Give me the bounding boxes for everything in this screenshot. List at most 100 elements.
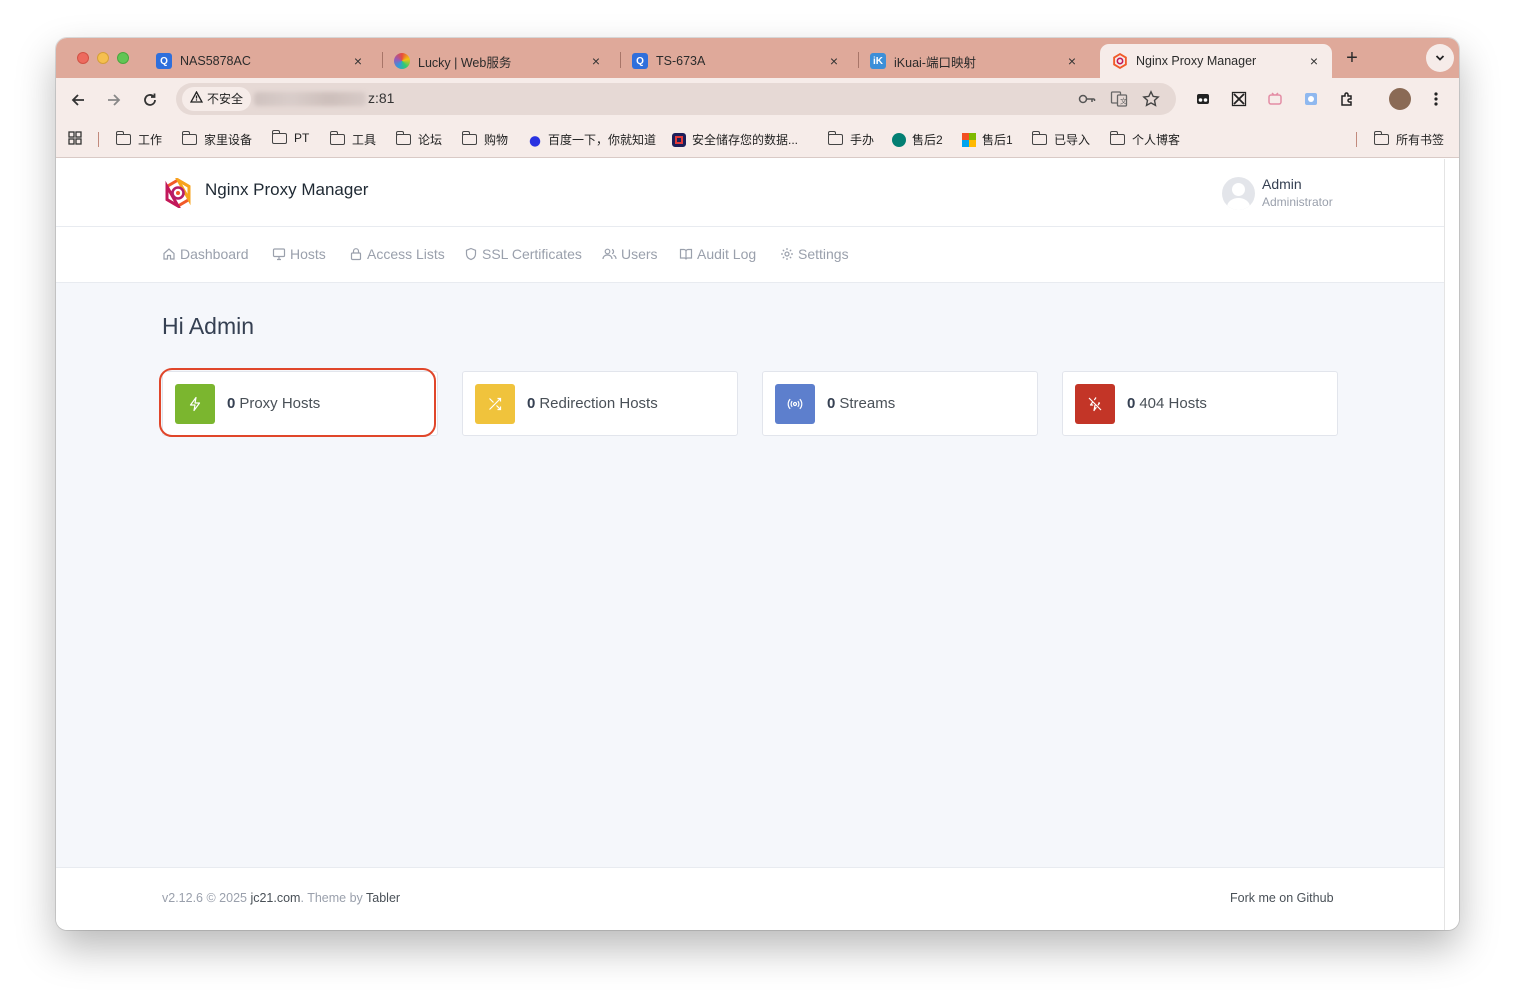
bookmark-separator <box>98 132 99 147</box>
bookmark-aftersales-1[interactable]: 售后1 <box>962 131 1013 148</box>
footer-credits: v2.12.6 © 2025 jc21.com. Theme by Tabler <box>162 891 401 905</box>
extension-incognito-icon[interactable] <box>1192 88 1214 110</box>
kebab-menu-icon[interactable] <box>1425 88 1447 110</box>
folder-icon <box>827 131 843 145</box>
extension-scissors-icon[interactable] <box>1228 88 1250 110</box>
url-blurred-host <box>254 92 366 106</box>
main-nav: Dashboard Hosts Access Lists SSL Certifi… <box>56 227 1444 283</box>
folder-icon <box>461 131 477 145</box>
redirection-hosts-label: Redirection Hosts <box>539 395 658 412</box>
folder-icon <box>271 129 287 144</box>
404-hosts-card[interactable]: 0 404 Hosts <box>1062 371 1338 436</box>
404-hosts-count: 0 <box>1127 395 1136 412</box>
apps-grid-icon[interactable] <box>68 131 82 145</box>
url-text[interactable]: z:81 <box>368 90 394 106</box>
bookmark-secure-storage[interactable]: 安全储存您的数据... <box>672 131 798 148</box>
github-link[interactable]: Fork me on Github <box>1230 891 1334 905</box>
page-content: Nginx Proxy Manager Admin Administrator … <box>56 159 1444 930</box>
security-chip[interactable]: 不安全 <box>182 87 252 111</box>
user-role: Administrator <box>1262 195 1333 209</box>
extension-blue-icon[interactable] <box>1300 88 1322 110</box>
streams-count: 0 <box>827 395 836 412</box>
tab-search-chevron-icon[interactable] <box>1426 44 1454 72</box>
nav-item-dashboard[interactable]: Dashboard <box>162 246 249 262</box>
bookmark-figures[interactable]: 手办 <box>827 131 874 148</box>
folder-icon <box>181 131 197 145</box>
redirection-hosts-card[interactable]: 0 Redirection Hosts <box>462 371 738 436</box>
zap-off-icon <box>1075 383 1115 424</box>
extension-pink-icon[interactable] <box>1264 88 1286 110</box>
new-tab-button[interactable]: + <box>1340 47 1364 71</box>
folder-icon <box>395 131 411 145</box>
back-icon[interactable] <box>66 88 90 112</box>
nav-item-hosts[interactable]: Hosts <box>272 246 326 262</box>
gear-icon <box>781 248 793 260</box>
bookmark-tools[interactable]: 工具 <box>329 131 376 148</box>
npm-logo-icon[interactable] <box>163 175 193 211</box>
proxy-hosts-card[interactable]: 0 Proxy Hosts <box>162 371 438 436</box>
jc21-link[interactable]: jc21.com <box>250 891 300 905</box>
tab-lucky[interactable]: Lucky | Web服务 × <box>382 44 614 78</box>
microsoft-icon <box>962 132 976 147</box>
tab-close-icon[interactable]: × <box>350 53 366 69</box>
book-icon <box>679 248 693 260</box>
tab-nas5878ac[interactable]: Q NAS5878AC × <box>144 44 376 78</box>
bookmark-aftersales-2[interactable]: 售后2 <box>892 131 943 148</box>
extensions-puzzle-icon[interactable] <box>1336 88 1358 110</box>
bookmark-baidu[interactable]: 百度一下，你就知道 <box>528 131 656 148</box>
browser-window: Q NAS5878AC × Lucky | Web服务 × Q TS-673A … <box>56 38 1459 930</box>
shield-icon <box>465 247 477 261</box>
user-avatar[interactable] <box>1222 177 1255 210</box>
nav-item-audit-log[interactable]: Audit Log <box>679 246 756 262</box>
nav-item-access-lists[interactable]: Access Lists <box>349 246 445 262</box>
scrollbar-gutter[interactable] <box>1444 159 1459 930</box>
profile-avatar-icon[interactable] <box>1389 88 1411 110</box>
bookmark-forum[interactable]: 论坛 <box>395 131 442 148</box>
nav-item-users[interactable]: Users <box>602 246 658 262</box>
bookmark-personal-blog[interactable]: 个人博客 <box>1109 131 1180 148</box>
tab-close-icon[interactable]: × <box>826 53 842 69</box>
monitor-icon <box>272 248 286 261</box>
zoom-window-button[interactable] <box>117 52 129 64</box>
reload-icon[interactable] <box>138 88 162 112</box>
tab-nginx-proxy-manager[interactable]: Nginx Proxy Manager × <box>1100 44 1332 78</box>
all-bookmarks[interactable]: 所有书签 <box>1373 131 1444 148</box>
tab-close-icon[interactable]: × <box>1306 53 1322 69</box>
proxy-hosts-label: Proxy Hosts <box>239 395 321 412</box>
tab-ts673a[interactable]: Q TS-673A × <box>620 44 852 78</box>
bookmark-home-devices[interactable]: 家里设备 <box>181 131 252 148</box>
redirection-hosts-count: 0 <box>527 395 536 412</box>
close-window-button[interactable] <box>77 52 89 64</box>
user-name[interactable]: Admin <box>1262 176 1302 192</box>
forward-icon[interactable] <box>102 88 126 112</box>
bookmark-pt[interactable]: PT <box>271 129 309 145</box>
bookmark-imported[interactable]: 已导入 <box>1031 131 1090 148</box>
folder-icon <box>115 131 131 145</box>
bookmark-work[interactable]: 工作 <box>115 131 162 148</box>
page-title: Hi Admin <box>162 313 255 339</box>
nav-item-settings[interactable]: Settings <box>780 246 849 262</box>
tab-ikuai[interactable]: iK iKuai-端口映射 × <box>858 44 1090 78</box>
minimize-window-button[interactable] <box>97 52 109 64</box>
nav-item-ssl-certificates[interactable]: SSL Certificates <box>464 246 582 262</box>
bookmark-shopping[interactable]: 购物 <box>461 131 508 148</box>
bookmark-separator <box>1356 132 1357 147</box>
sharepoint-icon <box>892 132 906 147</box>
star-icon[interactable] <box>1142 90 1160 108</box>
app-brand[interactable]: Nginx Proxy Manager <box>205 180 368 200</box>
tab-close-icon[interactable]: × <box>588 53 604 69</box>
address-bar[interactable]: 不安全 z:81 文 <box>176 83 1176 115</box>
shuffle-icon <box>475 383 515 424</box>
tab-close-icon[interactable]: × <box>1064 53 1080 69</box>
proxy-hosts-count: 0 <box>227 395 236 412</box>
app-header: Nginx Proxy Manager Admin Administrator <box>56 159 1444 227</box>
404-hosts-label: 404 Hosts <box>1139 395 1207 412</box>
key-icon[interactable] <box>1078 90 1096 108</box>
ikuai-icon: iK <box>870 53 886 69</box>
streams-card[interactable]: 0 Streams <box>762 371 1038 436</box>
translate-icon[interactable]: 文 <box>1110 90 1128 108</box>
tabler-link[interactable]: Tabler <box>366 891 400 905</box>
folder-icon <box>1373 131 1389 145</box>
radio-icon <box>775 383 815 424</box>
users-icon <box>602 248 617 260</box>
